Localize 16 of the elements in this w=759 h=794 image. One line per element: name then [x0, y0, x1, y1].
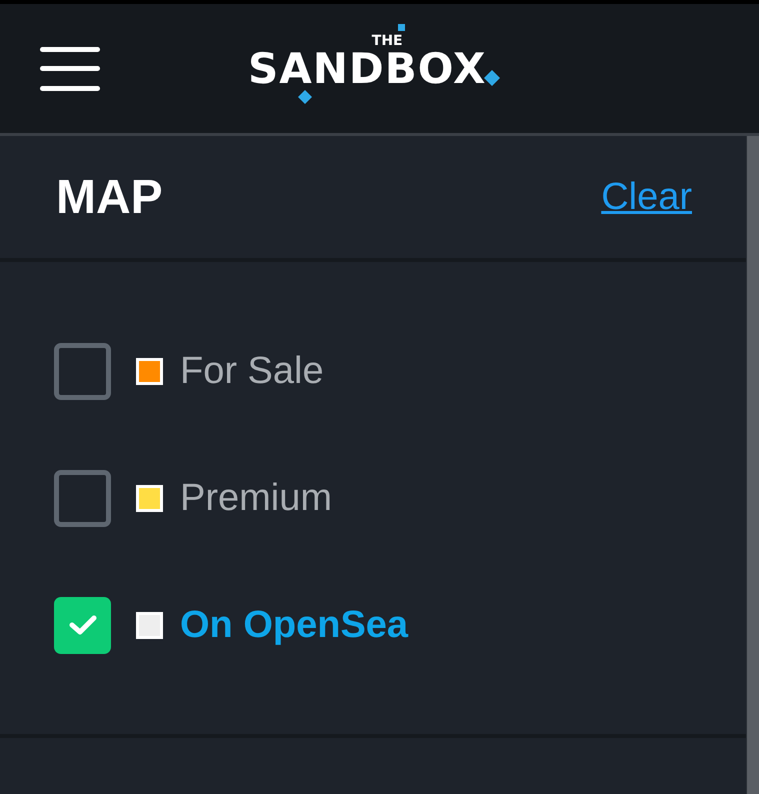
checkbox[interactable]	[54, 470, 111, 526]
clear-link[interactable]: Clear	[601, 176, 692, 218]
filter-label: For Sale	[180, 350, 324, 392]
checkbox[interactable]	[54, 596, 111, 654]
scrollbar[interactable]	[746, 136, 759, 794]
diamond-icon	[298, 90, 312, 104]
logo-small-text: THE	[372, 34, 403, 48]
panel-title: MAP	[56, 170, 163, 224]
logo-text: SANDBOX	[248, 48, 486, 90]
check-icon	[68, 614, 96, 636]
diamond-icon	[484, 70, 500, 86]
menu-button[interactable]	[40, 46, 100, 90]
filter-label: Premium	[180, 476, 332, 520]
square-icon	[398, 24, 405, 30]
checkbox[interactable]	[54, 342, 111, 400]
filter-label: On OpenSea	[180, 604, 408, 646]
